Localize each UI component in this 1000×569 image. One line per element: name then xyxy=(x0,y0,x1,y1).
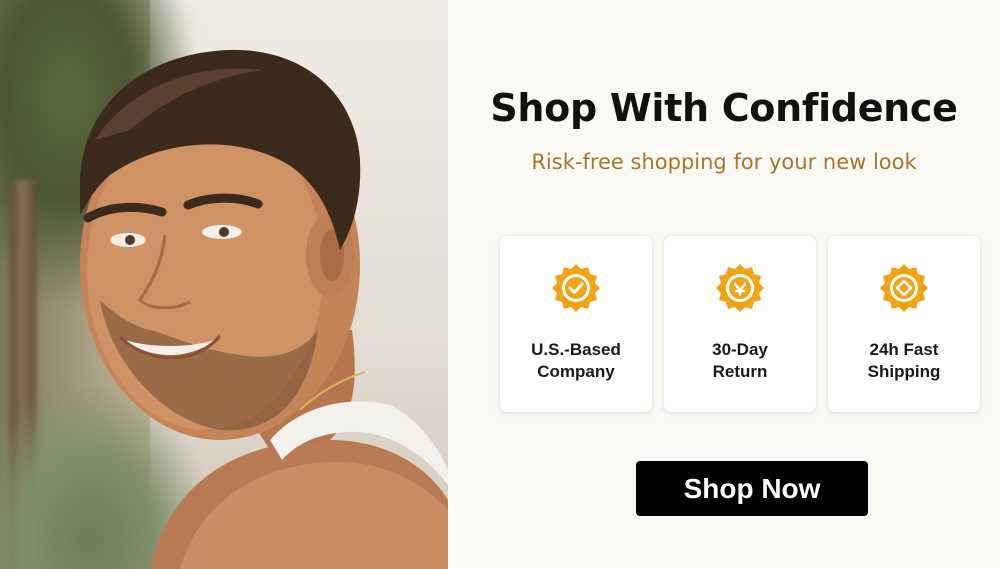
feature-label: 24h Fast Shipping xyxy=(867,340,941,381)
headline: Shop With Confidence xyxy=(490,86,958,130)
return-badge-icon xyxy=(716,264,764,312)
subheadline: Risk-free shopping for your new look xyxy=(531,150,917,174)
promo-banner: Shop With Confidence Risk-free shopping … xyxy=(0,0,1000,569)
model-photo xyxy=(0,0,448,569)
content-panel: Shop With Confidence Risk-free shopping … xyxy=(448,0,1000,569)
diamond-badge-icon xyxy=(880,264,928,312)
feature-label: U.S.-Based Company xyxy=(531,340,621,381)
check-badge-icon xyxy=(552,264,600,312)
feature-label: 30-Day Return xyxy=(712,340,768,381)
shop-now-button[interactable]: Shop Now xyxy=(636,461,868,516)
feature-card-return: 30-Day Return xyxy=(664,236,816,412)
feature-cards: U.S.-Based Company 30-Day Return 24h Fas… xyxy=(500,236,984,412)
feature-card-us-based: U.S.-Based Company xyxy=(500,236,652,412)
feature-card-shipping: 24h Fast Shipping xyxy=(828,236,980,412)
